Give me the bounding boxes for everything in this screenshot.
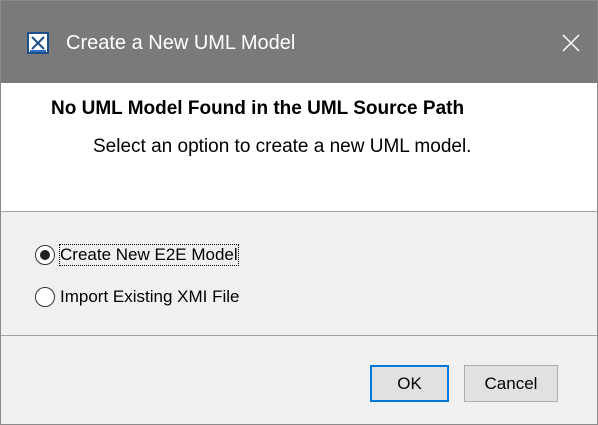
option-label: Import Existing XMI File [60,287,240,306]
option-import-existing-xmi-file[interactable]: Import Existing XMI File [35,287,240,307]
message-heading: No UML Model Found in the UML Source Pat… [51,98,465,119]
option-create-new-e2e-model[interactable]: Create New E2E Model [35,244,239,266]
close-button[interactable] [549,23,593,63]
button-bar: OK Cancel [1,336,597,424]
option-label: Create New E2E Model [59,244,239,266]
title-bar[interactable]: Create a New UML Model [1,1,597,83]
options-group: Create New E2E Model Import Existing XMI… [1,212,597,336]
radio-import-existing-xmi-file[interactable] [35,287,55,307]
ok-button[interactable]: OK [370,365,449,402]
window-title: Create a New UML Model [66,32,296,54]
message-panel: No UML Model Found in the UML Source Pat… [1,83,597,212]
radio-create-new-e2e-model[interactable] [35,245,55,265]
close-icon [562,34,580,52]
message-description: Select an option to create a new UML mod… [93,136,472,157]
cancel-button[interactable]: Cancel [464,365,558,402]
dialog-window: Create a New UML Model No UML Model Foun… [0,0,598,425]
app-icon [27,32,49,54]
